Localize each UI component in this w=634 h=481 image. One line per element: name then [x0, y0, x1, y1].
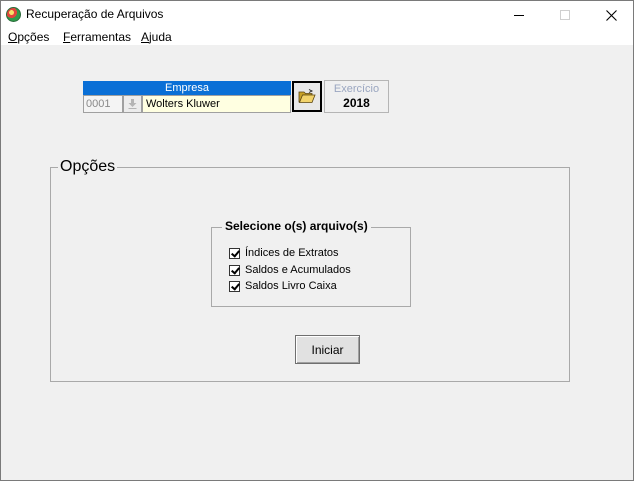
menu-ajuda[interactable]: Ajuda: [141, 29, 172, 45]
checkbox-label: Índices de Extratos: [245, 247, 339, 259]
menu-opcoes[interactable]: Opções: [8, 29, 49, 45]
exercicio-year: 2018: [343, 96, 370, 110]
title-bar[interactable]: Recuperação de Arquivos: [1, 1, 633, 29]
checkbox-saldos-livro-caixa[interactable]: [229, 280, 240, 292]
menu-bar: Opções Ferramentas Ajuda: [1, 29, 633, 45]
exercicio-label: Exercício: [333, 83, 380, 95]
download-arrow-icon: [128, 99, 137, 109]
menu-opcoes-accel: O: [8, 30, 18, 44]
menu-ferramentas-label: erramentas: [70, 30, 132, 44]
checkbox-indices-de-extratos[interactable]: [229, 247, 240, 259]
close-icon: [605, 9, 617, 21]
maximize-button: [542, 1, 588, 29]
minimize-button[interactable]: [496, 1, 542, 29]
menu-ajuda-label: juda: [149, 30, 172, 44]
empresa-row: 0001 Wolters Kluwer: [83, 95, 291, 113]
minimize-icon: [514, 14, 524, 16]
empresa-name-field[interactable]: Wolters Kluwer: [142, 95, 291, 113]
open-folder-icon: [298, 89, 316, 103]
empresa-lookup-button[interactable]: [123, 95, 142, 113]
menu-ferramentas[interactable]: Ferramentas: [63, 29, 131, 45]
open-folder-button[interactable]: [292, 81, 322, 112]
checkbox-label: Saldos e Acumulados: [245, 264, 351, 276]
maximize-icon: [560, 10, 570, 20]
exercicio-box: Exercício 2018: [324, 80, 389, 113]
empresa-code-field[interactable]: 0001: [83, 95, 123, 113]
files-legend: Selecione o(s) arquivo(s): [222, 219, 371, 233]
checkbox-row-indices[interactable]: Índices de Extratos: [229, 246, 339, 260]
checkbox-row-saldos-livro-caixa[interactable]: Saldos Livro Caixa: [229, 279, 337, 293]
main-window: Recuperação de Arquivos Opções Ferrament…: [0, 0, 634, 481]
empresa-header: Empresa: [83, 81, 291, 95]
close-button[interactable]: [588, 1, 634, 29]
checkbox-row-saldos-acumulados[interactable]: Saldos e Acumulados: [229, 263, 351, 277]
app-icon: [6, 7, 21, 22]
start-button[interactable]: Iniciar: [295, 335, 360, 364]
opcoes-legend: Opções: [58, 158, 118, 176]
menu-opcoes-label: pções: [17, 30, 50, 44]
window-title: Recuperação de Arquivos: [26, 7, 164, 21]
checkbox-label: Saldos Livro Caixa: [245, 280, 337, 292]
menu-ajuda-accel: A: [141, 30, 150, 44]
checkbox-saldos-e-acumulados[interactable]: [229, 264, 240, 276]
